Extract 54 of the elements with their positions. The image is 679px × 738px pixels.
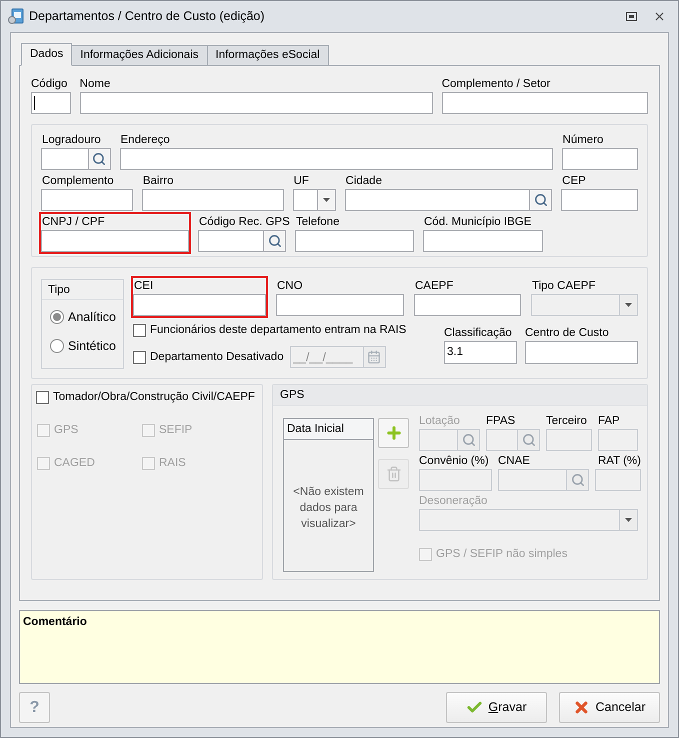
radio-label: Sintético [68,338,116,355]
input-field[interactable]: 3.1 [444,341,517,364]
window-title: Departamentos / Centro de Custo (edição) [29,8,266,26]
field-label: CEI [133,279,154,294]
field-label: Centro de Custo [525,326,610,341]
field-label: Código Rec. GPS [198,215,291,230]
field-label: Endereço [120,133,171,148]
checkbox-label: Tomador/Obra/Construção Civil/CAEPF [53,390,255,405]
field-label: Código [31,77,68,92]
group-title: GPS [273,385,647,406]
checkbox-label: Departamento Desativado [150,350,284,365]
column-header: Data Inicial [284,419,373,440]
checkbox-label: CAGED [54,456,95,470]
empty-message: <Não existem dados para visualizar> [292,485,365,532]
checkbox-label: SEFIP [159,423,192,438]
field-label: FAP [598,414,621,429]
checkbox-label: GPS [54,423,78,438]
field-label: CNAE [498,454,531,469]
field-label: Logradouro [41,133,102,148]
field-label: CAEPF [414,279,454,294]
field-label: Lotação [419,414,461,429]
radio-label: Analítico [68,309,116,326]
field-label: FPAS [486,414,516,429]
checkbox-label: RAIS [159,456,186,470]
field-label: Complemento [41,174,115,189]
tab[interactable]: Dados [21,43,72,66]
field-label: Convênio (%) [419,454,490,469]
field-label: Desoneração [419,494,488,509]
cancel-button[interactable]: Cancelar [559,692,660,723]
field-label: Cidade [344,174,383,189]
field-value: 3.1 [447,344,463,360]
field-label: CNPJ / CPF [41,215,106,230]
field-label: Bairro [142,174,175,189]
field-label: Terceiro [546,414,588,429]
save-button[interactable]: Gravar [446,692,547,723]
field-label: Complemento / Setor [442,77,552,92]
group-title: Tipo [42,280,123,300]
field-label: Cód. Município IBGE [423,215,532,230]
field-label: Tipo CAEPF [531,279,596,294]
field-label: RAT (%) [596,454,641,469]
field-label: CEP [561,174,587,189]
field-label: Telefone [295,215,340,230]
field-label: CNO [276,279,304,294]
comment-label: Comentário [23,616,87,628]
field-label: Classificação [444,326,513,341]
tab[interactable]: Informações eSocial [206,45,329,66]
checkbox-label: GPS / SEFIP não simples [436,547,568,562]
comment-area[interactable]: Comentário [19,610,660,684]
field-label: UF [292,174,310,189]
field-label: Nome [80,77,112,92]
field-label: Número [562,133,604,148]
date-list[interactable]: Data Inicial <Não existem dados para visualizar> [283,418,374,572]
checkbox-label: Funcionários deste departamento entram na RAIS [150,323,406,338]
tab[interactable]: Informações Adicionais [71,45,208,66]
